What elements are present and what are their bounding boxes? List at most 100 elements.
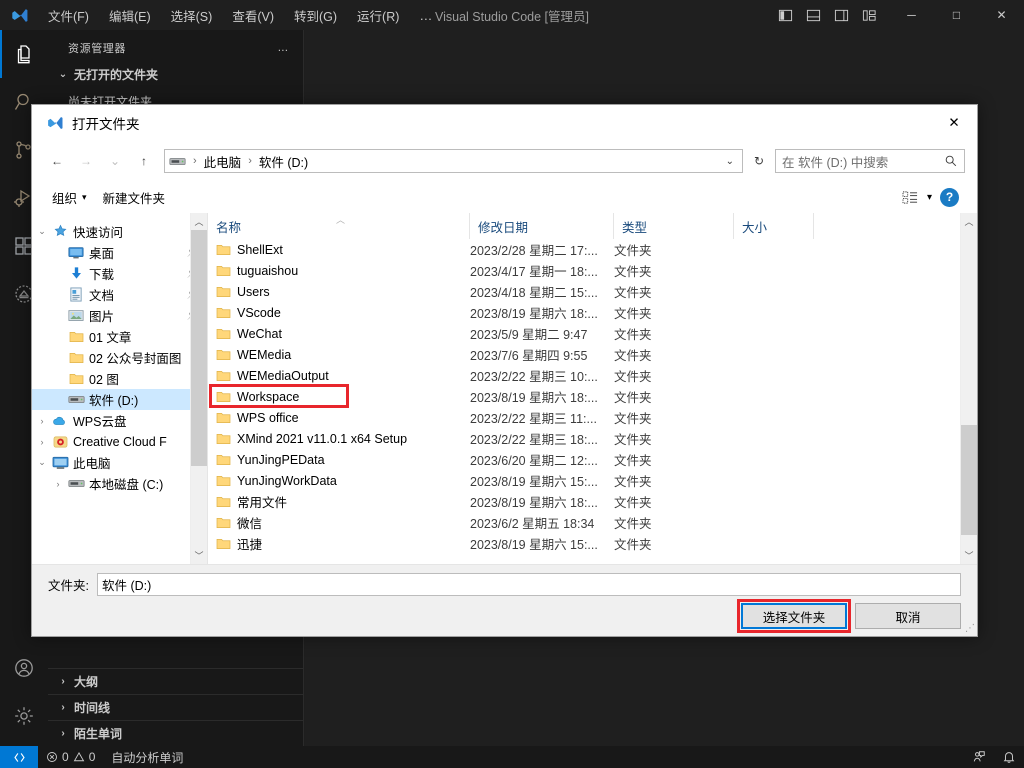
sidebar-section-unknown-words[interactable]: › 陌生单词 (48, 720, 303, 746)
scroll-up-icon[interactable]: ︿ (191, 213, 207, 230)
dialog-close-button[interactable]: ✕ (931, 105, 977, 141)
bell-icon[interactable] (994, 750, 1024, 764)
customize-layout-icon[interactable] (855, 0, 883, 30)
view-layout-icon[interactable] (902, 190, 919, 205)
folder-icon (216, 327, 231, 340)
organize-button[interactable]: 组织 ▾ (44, 185, 95, 210)
address-dropdown-icon[interactable]: ⌄ (726, 156, 738, 167)
table-row[interactable]: VScode 2023/8/19 星期六 18:... 文件夹 (208, 302, 977, 323)
up-one-level-button[interactable]: ↑ (131, 148, 157, 174)
table-row[interactable]: Workspace 2023/8/19 星期六 18:... 文件夹 (208, 386, 977, 407)
cancel-button[interactable]: 取消 (855, 603, 961, 629)
tree-node[interactable]: 图片📌 (32, 305, 207, 326)
column-header-type[interactable]: 类型 (614, 213, 734, 239)
breadcrumb-this-pc[interactable]: 此电脑 (204, 152, 242, 171)
menu-overflow-button[interactable]: … (409, 4, 443, 27)
tree-node[interactable]: 软件 (D:) (32, 389, 207, 410)
file-name-cell: 微信 (208, 513, 470, 532)
table-row[interactable]: 微信 2023/6/2 星期五 18:34 文件夹 (208, 512, 977, 533)
activitybar-item-settings[interactable] (0, 692, 48, 740)
activitybar-item-accounts[interactable] (0, 644, 48, 692)
window-maximize-button[interactable]: □ (934, 0, 979, 30)
scroll-down-icon[interactable]: ﹀ (191, 547, 207, 564)
toggle-secondary-sidebar-icon[interactable] (827, 0, 855, 30)
tree-node[interactable]: 02 公众号封面图 (32, 347, 207, 368)
table-row[interactable]: WeChat 2023/5/9 星期二 9:47 文件夹 (208, 323, 977, 344)
window-close-button[interactable]: ✕ (979, 0, 1024, 30)
chevron-right-icon[interactable]: › (34, 416, 50, 426)
table-row[interactable]: tuguaishou 2023/4/17 星期一 18:... 文件夹 (208, 260, 977, 281)
sidebar-section-label: 大纲 (74, 675, 99, 689)
vscode-menubar[interactable]: 文件(F) 编辑(E) 选择(S) 查看(V) 转到(G) 运行(R) … (38, 2, 443, 29)
scroll-up-icon[interactable]: ︿ (961, 213, 977, 230)
status-problems[interactable]: 0 0 (38, 750, 103, 764)
column-header-size[interactable]: 大小 (734, 213, 814, 239)
tree-node[interactable]: 02 图 (32, 368, 207, 389)
tree-node[interactable]: › 本地磁盘 (C:) (32, 473, 207, 494)
status-task[interactable]: 自动分析单词 (103, 749, 191, 766)
menu-edit[interactable]: 编辑(E) (99, 2, 161, 29)
tree-node[interactable]: › Creative Cloud F (32, 431, 207, 452)
menu-run[interactable]: 运行(R) (347, 2, 409, 29)
new-folder-button[interactable]: 新建文件夹 (95, 185, 174, 210)
select-folder-button[interactable]: 选择文件夹 (737, 599, 851, 633)
tree-scrollbar[interactable]: ︿ ﹀ (190, 213, 207, 564)
table-row[interactable]: Users 2023/4/18 星期二 15:... 文件夹 (208, 281, 977, 302)
file-list-scrollbar[interactable]: ︿ ﹀ (960, 213, 977, 564)
sidebar-more-actions-icon[interactable]: … (277, 42, 289, 54)
column-header-date[interactable]: 修改日期 (470, 213, 614, 239)
tree-node[interactable]: 下载📌 (32, 263, 207, 284)
menu-file[interactable]: 文件(F) (38, 2, 99, 29)
address-bar[interactable]: › 此电脑 › 软件 (D:) ⌄ (164, 149, 743, 173)
sidebar-section-timeline[interactable]: › 时间线 (48, 694, 303, 720)
search-input[interactable]: 在 软件 (D:) 中搜索 (782, 152, 944, 171)
refresh-button[interactable]: ↻ (746, 149, 772, 173)
search-box[interactable]: 在 软件 (D:) 中搜索 (775, 149, 965, 173)
chevron-right-icon[interactable]: › (34, 437, 50, 447)
menu-selection[interactable]: 选择(S) (161, 2, 223, 29)
table-row[interactable]: 常用文件 2023/8/19 星期六 18:... 文件夹 (208, 491, 977, 512)
tree-node[interactable]: 文档📌 (32, 284, 207, 305)
sidebar-section-outline[interactable]: › 大纲 (48, 668, 303, 694)
toggle-panel-icon[interactable] (799, 0, 827, 30)
breadcrumb-drive-d[interactable]: 软件 (D:) (259, 152, 308, 171)
chevron-right-icon[interactable]: › (50, 479, 66, 489)
activitybar-item-explorer[interactable] (0, 30, 48, 78)
chevron-down-icon[interactable]: ⌄ (34, 457, 50, 468)
table-row[interactable]: WPS office 2023/2/22 星期三 11:... 文件夹 (208, 407, 977, 428)
feedback-icon[interactable] (964, 750, 994, 764)
recent-locations-button[interactable]: ⌄ (102, 148, 128, 174)
tree-node[interactable]: 桌面📌 (32, 242, 207, 263)
table-row[interactable]: XMind 2021 v11.0.1 x64 Setup 2023/2/22 星期… (208, 428, 977, 449)
chevron-down-icon[interactable]: ⌄ (34, 226, 50, 237)
scroll-down-icon[interactable]: ﹀ (961, 547, 977, 564)
tree-scrollbar-thumb[interactable] (191, 230, 207, 466)
table-row[interactable]: WEMedia 2023/7/6 星期四 9:55 文件夹 (208, 344, 977, 365)
remote-window-icon[interactable] (0, 746, 38, 768)
table-row[interactable]: YunJingWorkData 2023/8/19 星期六 15:... 文件夹 (208, 470, 977, 491)
file-list-scrollbar-thumb[interactable] (961, 425, 977, 535)
table-row[interactable]: WEMediaOutput 2023/2/22 星期三 10:... 文件夹 (208, 365, 977, 386)
file-date-cell: 2023/2/22 星期三 11:... (470, 412, 597, 426)
table-row[interactable]: YunJingPEData 2023/6/20 星期二 12:... 文件夹 (208, 449, 977, 470)
tree-node[interactable]: › WPS云盘 (32, 410, 207, 431)
resize-grip[interactable]: ⋰ (965, 623, 975, 634)
menu-go[interactable]: 转到(G) (284, 2, 347, 29)
file-type-cell: 文件夹 (614, 370, 652, 384)
back-button[interactable]: ← (44, 148, 70, 174)
tree-node[interactable]: ⌄ 此电脑 (32, 452, 207, 473)
table-row[interactable]: 迅捷 2023/8/19 星期六 15:... 文件夹 (208, 533, 977, 554)
menu-view[interactable]: 查看(V) (222, 2, 284, 29)
view-caret-down-icon[interactable]: ▾ (927, 192, 932, 203)
folder-input[interactable]: 软件 (D:) (96, 573, 961, 596)
tree-node[interactable]: ⌄ 快速访问 (32, 221, 207, 242)
forward-button[interactable]: → (73, 148, 99, 174)
table-row[interactable]: ShellExt 2023/2/28 星期二 17:... 文件夹 (208, 239, 977, 260)
toggle-primary-sidebar-icon[interactable] (771, 0, 799, 30)
file-date-cell: 2023/8/19 星期六 18:... (470, 307, 598, 321)
window-minimize-button[interactable]: ─ (889, 0, 934, 30)
file-type-cell: 文件夹 (614, 286, 652, 300)
sidebar-section-no-folder[interactable]: ⌄ 无打开的文件夹 (48, 62, 303, 87)
tree-node[interactable]: 01 文章 (32, 326, 207, 347)
help-button[interactable]: ? (940, 187, 959, 207)
